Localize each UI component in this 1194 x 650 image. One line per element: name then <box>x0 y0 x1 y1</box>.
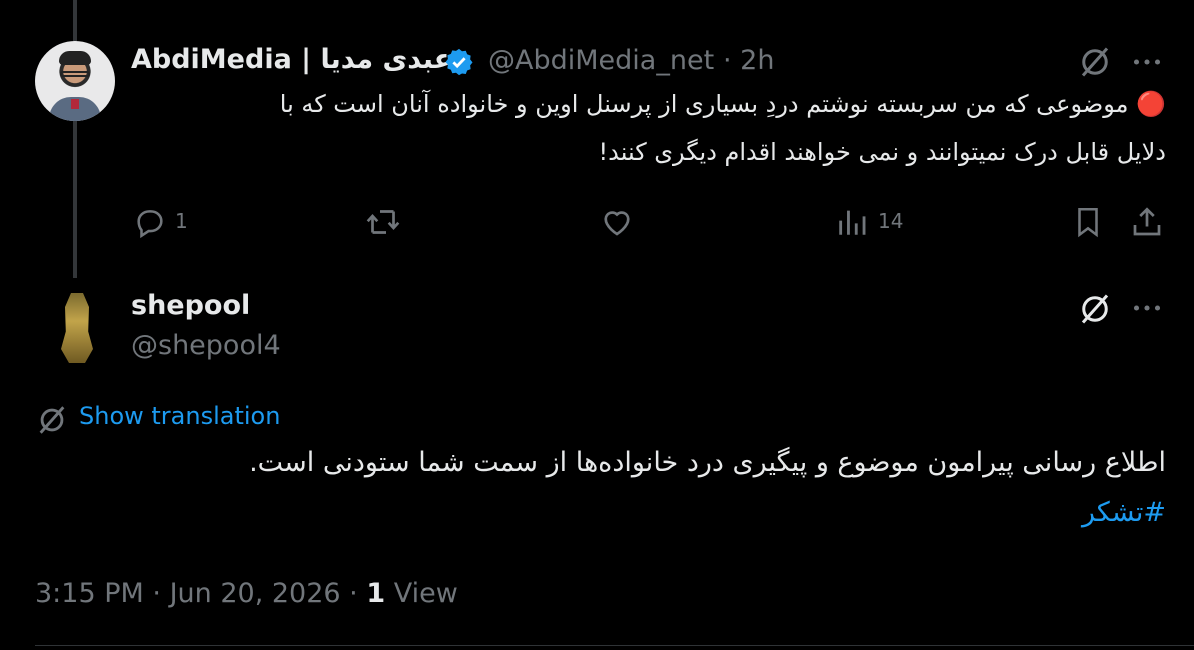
bookmark-icon[interactable] <box>1071 204 1105 240</box>
view-label: View <box>393 578 458 609</box>
views-icon[interactable] <box>835 204 869 240</box>
more-icon[interactable] <box>1129 294 1165 322</box>
view-count: 1 <box>366 578 386 609</box>
like-icon[interactable] <box>599 204 635 240</box>
avatar[interactable] <box>35 41 115 121</box>
post-time[interactable]: 3:15 PM <box>35 578 144 609</box>
tweet-text-line: 🔴 موضوعی که من سربسته نوشتم دردِ بسیاری … <box>279 90 1166 118</box>
show-translation-link[interactable]: Show translation <box>79 402 280 430</box>
reply-icon[interactable] <box>133 205 167 239</box>
hashtag-link[interactable]: #تشکر <box>1082 497 1166 528</box>
verified-badge-icon <box>445 48 473 76</box>
more-icon[interactable] <box>1129 48 1165 76</box>
tweet-metadata: 3:15 PM · Jun 20, 2026 · 1 View <box>35 578 458 609</box>
reply-count: 1 <box>175 209 188 233</box>
translate-icon <box>39 406 65 434</box>
timestamp[interactable]: · 2h <box>723 45 774 76</box>
display-name[interactable]: AbdiMedia | عبدی مدیا <box>131 44 452 75</box>
retweet-icon[interactable] <box>364 204 402 240</box>
grok-icon[interactable] <box>1077 291 1113 327</box>
post-date[interactable]: Jun 20, 2026 <box>170 578 341 609</box>
tweet-text-line: دلایل قابل درک نمیتوانند و نمی خواهند اق… <box>598 138 1166 166</box>
handle[interactable]: @AbdiMedia_net <box>488 45 714 76</box>
share-icon[interactable] <box>1129 204 1165 240</box>
avatar[interactable] <box>35 285 115 365</box>
grok-icon[interactable] <box>1077 44 1113 80</box>
tweet-text-line: اطلاع رسانی پیرامون موضوع و پیگیری درد خ… <box>249 447 1166 478</box>
display-name[interactable]: shepool <box>131 290 250 321</box>
views-count: 14 <box>878 209 904 233</box>
handle[interactable]: @shepool4 <box>131 330 281 361</box>
divider <box>35 645 1194 646</box>
